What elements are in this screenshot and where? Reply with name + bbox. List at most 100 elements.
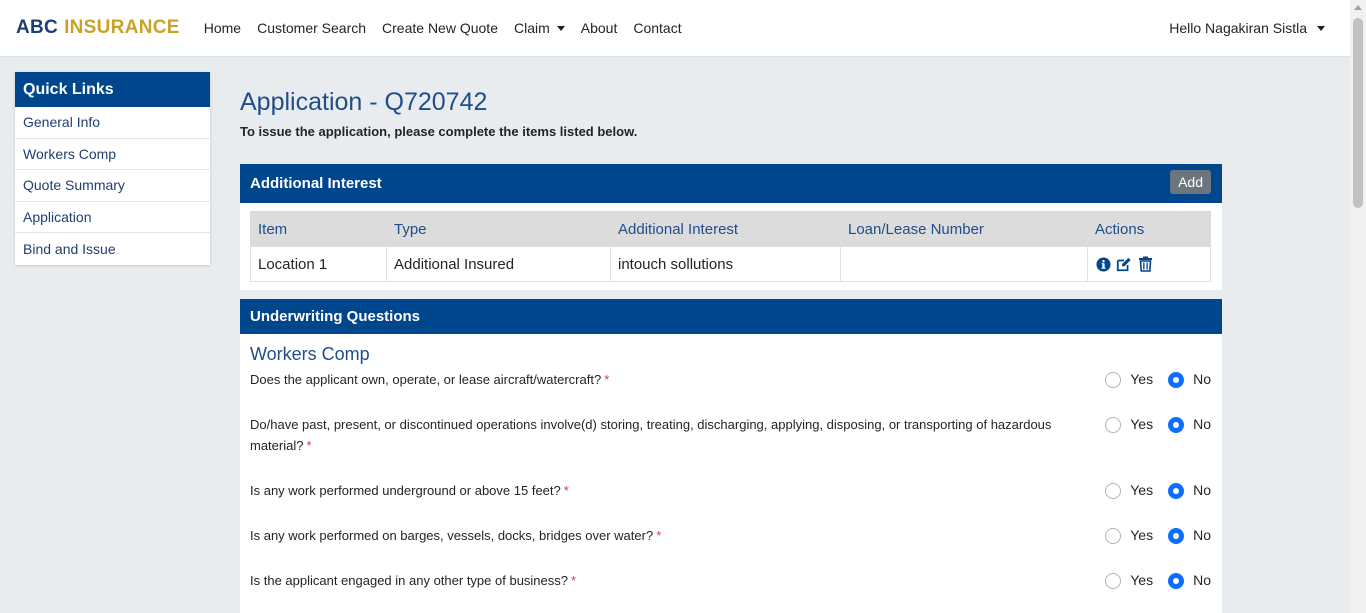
- chevron-down-icon: [556, 26, 565, 31]
- page-title: Application - Q720742: [240, 88, 488, 116]
- question-text: Is any work performed underground or abo…: [250, 480, 1060, 501]
- nav-about[interactable]: About: [581, 20, 618, 36]
- required-marker: *: [571, 573, 577, 588]
- question-row: Is any work performed on barges, vessels…: [240, 525, 1222, 546]
- cell-interest: intouch sollutions: [610, 246, 841, 282]
- nav-claim-dropdown[interactable]: Claim: [514, 20, 565, 36]
- brand-logo[interactable]: ABC INSURANCE: [16, 17, 180, 39]
- radio-no-circle[interactable]: [1168, 527, 1185, 544]
- radio-yes-label: Yes: [1130, 371, 1154, 387]
- radio-yes-circle[interactable]: [1105, 371, 1122, 388]
- user-greeting: Hello Nagakiran Sistla: [1169, 20, 1307, 36]
- radio-no-circle[interactable]: [1168, 482, 1185, 499]
- col-actions: Actions: [1087, 211, 1211, 247]
- radio-yes-circle[interactable]: [1105, 572, 1122, 589]
- radio-no[interactable]: No: [1168, 525, 1211, 546]
- nav-create-quote[interactable]: Create New Quote: [382, 20, 498, 36]
- radio-yes-label: Yes: [1130, 572, 1154, 588]
- radio-no-label: No: [1193, 371, 1211, 387]
- nav-home[interactable]: Home: [204, 20, 241, 36]
- page-subtitle: To issue the application, please complet…: [240, 124, 638, 139]
- radio-no-circle[interactable]: [1168, 572, 1185, 589]
- sidebar-item-application[interactable]: Application: [15, 202, 210, 233]
- radio-yes[interactable]: Yes: [1105, 480, 1153, 501]
- add-button[interactable]: Add: [1170, 170, 1211, 194]
- question-label: Is any work performed underground or abo…: [250, 483, 561, 498]
- additional-interest-panel: Additional Interest Add Item Type Additi…: [240, 164, 1222, 290]
- radio-yes-circle[interactable]: [1105, 482, 1122, 499]
- sidebar-item-general-info[interactable]: General Info: [15, 107, 210, 139]
- radio-yes[interactable]: Yes: [1105, 525, 1153, 546]
- radio-no[interactable]: No: [1168, 414, 1211, 435]
- additional-interest-header: Additional Interest Add: [240, 164, 1222, 203]
- radio-no-label: No: [1193, 572, 1211, 588]
- underwriting-panel: Underwriting Questions Workers Comp Does…: [240, 299, 1222, 613]
- table-header-row: Item Type Additional Interest Loan/Lease…: [250, 211, 1211, 247]
- required-marker: *: [306, 438, 312, 453]
- main-nav: Home Customer Search Create New Quote Cl…: [204, 20, 698, 36]
- quick-links-sidebar: Quick Links General Info Workers Comp Qu…: [15, 72, 210, 265]
- underwriting-header: Underwriting Questions: [240, 299, 1222, 334]
- yes-no-radio-group: Yes No: [1090, 369, 1211, 390]
- scroll-thumb[interactable]: [1353, 18, 1363, 208]
- radio-no-circle[interactable]: [1168, 371, 1185, 388]
- cell-item: Location 1: [250, 246, 387, 282]
- yes-no-radio-group: Yes No: [1090, 525, 1211, 546]
- radio-no[interactable]: No: [1168, 480, 1211, 501]
- yes-no-radio-group: Yes No: [1090, 570, 1211, 591]
- nav-customer-search[interactable]: Customer Search: [257, 20, 366, 36]
- radio-yes[interactable]: Yes: [1105, 369, 1153, 390]
- radio-yes-label: Yes: [1130, 416, 1154, 432]
- nav-contact[interactable]: Contact: [633, 20, 681, 36]
- required-marker: *: [656, 528, 662, 543]
- trash-icon[interactable]: [1137, 256, 1153, 272]
- yes-no-radio-group: Yes No: [1090, 480, 1211, 501]
- col-loan-lease-number: Loan/Lease Number: [840, 211, 1088, 247]
- nav-claim-label: Claim: [513, 20, 550, 36]
- col-additional-interest: Additional Interest: [610, 211, 841, 247]
- radio-yes[interactable]: Yes: [1105, 570, 1153, 591]
- sidebar-item-quote-summary[interactable]: Quote Summary: [15, 170, 210, 202]
- required-marker: *: [604, 372, 610, 387]
- radio-yes-label: Yes: [1130, 482, 1154, 498]
- info-icon[interactable]: [1095, 256, 1111, 272]
- table-row: Location 1 Additional Insured intouch so…: [250, 246, 1211, 282]
- user-menu[interactable]: Hello Nagakiran Sistla: [1169, 20, 1325, 36]
- edit-icon[interactable]: [1116, 256, 1132, 272]
- scroll-up-icon[interactable]: [1354, 5, 1362, 10]
- radio-no[interactable]: No: [1168, 570, 1211, 591]
- col-type: Type: [386, 211, 611, 247]
- question-row: Is any work performed underground or abo…: [240, 480, 1222, 501]
- additional-interest-table: Item Type Additional Interest Loan/Lease…: [250, 211, 1211, 282]
- radio-yes-circle[interactable]: [1105, 416, 1122, 433]
- underwriting-title: Underwriting Questions: [250, 308, 421, 325]
- radio-no-circle[interactable]: [1168, 416, 1185, 433]
- radio-yes-circle[interactable]: [1105, 527, 1122, 544]
- sidebar-item-workers-comp[interactable]: Workers Comp: [15, 139, 210, 170]
- question-text: Does the applicant own, operate, or leas…: [250, 369, 1060, 390]
- col-item: Item: [250, 211, 387, 247]
- radio-no[interactable]: No: [1168, 369, 1211, 390]
- cell-type: Additional Insured: [386, 246, 611, 282]
- question-row: Does the applicant own, operate, or leas…: [240, 369, 1222, 390]
- page-scrollbar[interactable]: [1350, 0, 1366, 613]
- radio-no-label: No: [1193, 482, 1211, 498]
- main-content: Application - Q720742 To issue the appli…: [240, 85, 1222, 613]
- question-row: Is the applicant engaged in any other ty…: [240, 570, 1222, 591]
- required-marker: *: [563, 483, 569, 498]
- radio-no-label: No: [1193, 527, 1211, 543]
- top-navbar: ABC INSURANCE Home Customer Search Creat…: [0, 0, 1350, 57]
- brand-part2: INSURANCE: [64, 17, 180, 38]
- additional-interest-table-wrap: Item Type Additional Interest Loan/Lease…: [240, 203, 1222, 290]
- sidebar-item-bind-and-issue[interactable]: Bind and Issue: [15, 233, 210, 265]
- additional-interest-title: Additional Interest: [250, 175, 382, 192]
- radio-no-label: No: [1193, 416, 1211, 432]
- question-text: Is the applicant engaged in any other ty…: [250, 570, 1060, 591]
- question-label: Does the applicant own, operate, or leas…: [250, 372, 602, 387]
- radio-yes[interactable]: Yes: [1105, 414, 1153, 435]
- question-row: Do/have past, present, or discontinued o…: [240, 414, 1222, 456]
- radio-yes-label: Yes: [1130, 527, 1154, 543]
- question-text: Do/have past, present, or discontinued o…: [250, 414, 1060, 456]
- cell-actions: [1087, 246, 1211, 282]
- section-title-workers-comp: Workers Comp: [250, 344, 370, 364]
